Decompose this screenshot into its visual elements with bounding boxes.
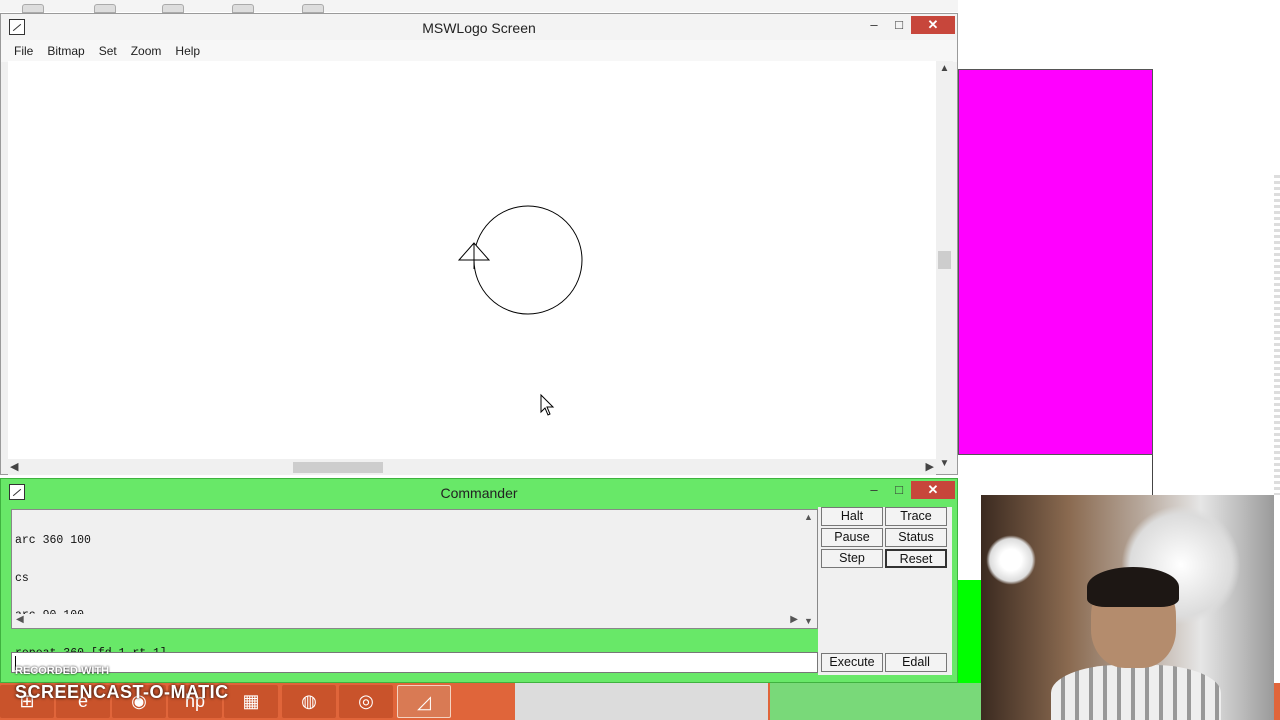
- scroll-right-icon[interactable]: ▶: [926, 460, 934, 473]
- chrome-icon[interactable]: ◍: [282, 685, 336, 718]
- reset-button[interactable]: Reset: [885, 549, 947, 568]
- turtle-graphics: [457, 205, 583, 416]
- taskbar-empty-area: [515, 683, 768, 720]
- scroll-thumb[interactable]: [293, 462, 383, 473]
- webcam-lamp: [986, 535, 1036, 585]
- maximize-button[interactable]: □: [888, 481, 910, 499]
- screen-titlebar[interactable]: MSWLogo Screen – □ ✕: [1, 14, 957, 40]
- commander-titlebar[interactable]: Commander – □ ✕: [1, 479, 957, 505]
- desktop-icon[interactable]: [232, 4, 254, 13]
- menu-file[interactable]: File: [7, 44, 40, 58]
- menu-bitmap[interactable]: Bitmap: [40, 44, 91, 58]
- background-magenta-window: [958, 69, 1153, 455]
- desktop-strip: [0, 0, 958, 13]
- scroll-right-icon[interactable]: ▶: [790, 614, 798, 625]
- scroll-down-icon[interactable]: ▼: [936, 458, 953, 469]
- menu-help[interactable]: Help: [168, 44, 207, 58]
- minimize-button[interactable]: –: [863, 481, 885, 499]
- history-line[interactable]: cs: [15, 572, 167, 586]
- history-line[interactable]: arc 360 100: [15, 534, 167, 548]
- drawing-canvas[interactable]: [8, 61, 936, 471]
- halt-button[interactable]: Halt: [821, 507, 883, 526]
- minimize-button[interactable]: –: [863, 16, 885, 34]
- close-button[interactable]: ✕: [911, 16, 955, 34]
- recorder-watermark-logo: SCREENCAST-O-MATIC: [15, 682, 229, 702]
- command-history[interactable]: arc 360 100 cs arc 90 100 repeat 360 [fd…: [11, 509, 818, 659]
- webcam-person-hair: [1087, 567, 1179, 607]
- screen-vertical-scrollbar[interactable]: ▲ ▼: [936, 61, 953, 471]
- menu-bar: File Bitmap Set Zoom Help: [1, 40, 957, 62]
- mswlogo-screen-window: MSWLogo Screen – □ ✕ File Bitmap Set Zoo…: [0, 13, 958, 475]
- desktop-icon[interactable]: [22, 4, 44, 13]
- menu-zoom[interactable]: Zoom: [124, 44, 169, 58]
- background-edge: [1274, 175, 1280, 495]
- scroll-up-icon[interactable]: ▲: [936, 63, 953, 74]
- background-divider: [1152, 455, 1153, 495]
- commander-button-panel: Halt Trace Pause Status Step Reset Execu…: [818, 507, 952, 675]
- drawn-circle: [473, 205, 583, 315]
- step-button[interactable]: Step: [821, 549, 883, 568]
- recorder-watermark-line: RECORDED WITH: [15, 665, 110, 677]
- desktop-icon[interactable]: [162, 4, 184, 13]
- trace-button[interactable]: Trace: [885, 507, 947, 526]
- commander-title: Commander: [440, 485, 518, 501]
- pause-button[interactable]: Pause: [821, 528, 883, 547]
- mswlogo-icon[interactable]: ◿: [397, 685, 451, 718]
- desktop-icon[interactable]: [94, 4, 116, 13]
- scroll-down-icon[interactable]: ▼: [804, 616, 813, 626]
- scroll-thumb[interactable]: [938, 251, 951, 269]
- scroll-left-icon[interactable]: ◀: [10, 460, 18, 473]
- apps-icon[interactable]: ▦: [224, 685, 278, 718]
- screen-horizontal-scrollbar[interactable]: ◀ ▶: [8, 459, 936, 475]
- status-button[interactable]: Status: [885, 528, 947, 547]
- media-icon[interactable]: ◎: [339, 685, 393, 718]
- screen-title: MSWLogo Screen: [422, 20, 536, 36]
- command-input[interactable]: [11, 652, 818, 673]
- background-green-window: [956, 580, 982, 690]
- history-horizontal-scrollbar[interactable]: ◀ ▶: [12, 614, 802, 628]
- history-vertical-scrollbar[interactable]: ▲ ▼: [801, 510, 817, 628]
- execute-button[interactable]: Execute: [821, 653, 883, 672]
- mouse-cursor-icon: [540, 393, 555, 416]
- commander-window: Commander – □ ✕ arc 360 100 cs arc 90 10…: [0, 478, 958, 683]
- edall-button[interactable]: Edall: [885, 653, 947, 672]
- maximize-button[interactable]: □: [888, 16, 910, 34]
- taskbar-empty-area: [770, 683, 982, 720]
- desktop-icon[interactable]: [302, 4, 324, 13]
- webcam-person-shirt: [1051, 665, 1221, 720]
- scroll-up-icon[interactable]: ▲: [804, 512, 813, 522]
- close-button[interactable]: ✕: [911, 481, 955, 499]
- menu-set[interactable]: Set: [92, 44, 124, 58]
- webcam-overlay: [981, 495, 1274, 720]
- scroll-left-icon[interactable]: ◀: [16, 614, 24, 625]
